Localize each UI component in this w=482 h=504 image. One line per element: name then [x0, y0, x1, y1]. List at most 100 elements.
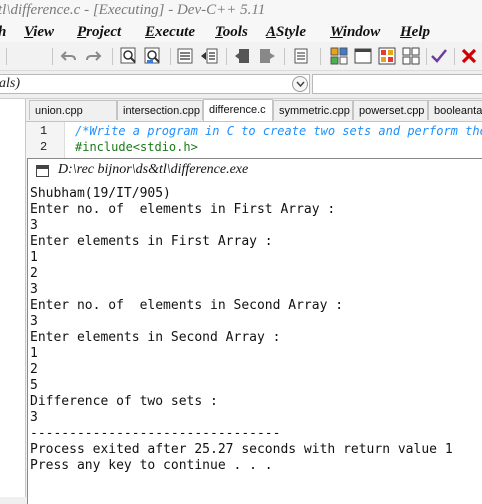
layout-icon[interactable] — [330, 47, 348, 65]
line-number-gutter: 1 2 — [26, 122, 65, 158]
console-app-icon — [36, 165, 49, 177]
chevron-down-icon[interactable] — [292, 76, 308, 92]
compile-icon[interactable] — [292, 47, 310, 65]
menu-accelerator: P — [77, 24, 87, 40]
console-line: 3 — [30, 314, 38, 329]
check-icon[interactable] — [430, 47, 448, 65]
console-line: 5 — [30, 378, 38, 393]
tab-booleantable[interactable]: booleantable.cp — [428, 100, 482, 120]
console-line: 3 — [30, 218, 38, 233]
console-output: Shubham(19/IT/905) Enter no. of elements … — [30, 186, 482, 474]
toolbar-separator — [6, 48, 7, 65]
indent-icon[interactable] — [176, 47, 194, 65]
console-title-bar[interactable]: D:\rec bijnor\ds&tl\difference.exe — [28, 159, 482, 184]
menu-bar: h View Project Execute Tools AStyle Wind… — [0, 22, 482, 42]
menu-search[interactable]: h — [0, 22, 6, 42]
close-icon[interactable] — [460, 47, 478, 65]
ide-window-title: tl\difference.c - [Executing] - Dev-C++ … — [0, 2, 266, 18]
console-line: 2 — [30, 362, 38, 377]
code-line-include: #include<stdio.h> — [75, 140, 198, 154]
console-line: 2 — [30, 266, 38, 281]
console-line: -------------------------------- — [30, 426, 281, 441]
tab-powerset[interactable]: powerset.cpp — [353, 100, 428, 120]
menu-accelerator: A — [266, 24, 277, 40]
console-line: Enter elements in Second Array : — [30, 330, 281, 345]
tab-union[interactable]: union.cpp — [29, 100, 117, 120]
menu-label-rest: ools — [222, 24, 248, 40]
toolbar-separator — [52, 48, 53, 65]
console-line: Shubham(19/IT/905) — [30, 186, 171, 201]
tab-difference[interactable]: difference.c — [203, 99, 273, 121]
menu-accelerator: E — [145, 24, 156, 40]
menu-accelerator: W — [330, 24, 343, 40]
menu-view[interactable]: View — [24, 22, 54, 42]
menu-execute[interactable]: Execute — [145, 22, 195, 42]
toolbar-separator — [226, 48, 227, 65]
menu-project[interactable]: Project — [77, 22, 121, 42]
menu-label: Help — [400, 24, 430, 40]
menu-help[interactable]: Help — [400, 22, 430, 42]
code-line-comment: /*Write a program in C to create two set… — [75, 124, 482, 138]
code-editor[interactable]: /*Write a program in C to create two set… — [65, 122, 482, 158]
bookmark-icon[interactable] — [234, 47, 252, 65]
console-line: 1 — [30, 346, 38, 361]
tab-label: booleantable.cp — [434, 105, 482, 117]
menu-label-rest: elp — [411, 24, 430, 40]
toolbar-separator — [426, 48, 427, 65]
tab-label: difference.c — [209, 104, 266, 116]
console-line: Process exited after 25.27 seconds with … — [30, 442, 453, 457]
menu-label: Project — [77, 24, 121, 40]
toolbar-separator — [170, 48, 171, 65]
menu-astyle[interactable]: AStyle — [266, 22, 306, 42]
file-tab-strip: union.cpp intersection.cpp difference.c … — [26, 99, 482, 122]
menu-label-rest: iew — [33, 24, 55, 40]
console-line: Enter elements in First Array : — [30, 234, 273, 249]
replace-icon[interactable] — [144, 47, 162, 65]
menu-label-rest: xecute — [155, 24, 195, 40]
menu-label-rest: Style — [276, 24, 307, 40]
tab-label: symmetric.cpp — [279, 105, 350, 117]
project-pane — [0, 99, 26, 497]
compiler-select-value: als) — [0, 76, 20, 91]
menu-accelerator: H — [400, 24, 412, 40]
tab-label: intersection.cpp — [123, 105, 201, 117]
tab-symmetric[interactable]: symmetric.cpp — [273, 100, 353, 120]
tab-label: powerset.cpp — [359, 105, 425, 117]
toolbar-separator — [284, 48, 285, 65]
toolbar — [0, 42, 482, 71]
toolbar-separator — [320, 48, 321, 65]
menu-label: View — [24, 24, 54, 40]
secondary-select[interactable] — [312, 74, 482, 94]
window-icon[interactable] — [354, 47, 372, 65]
console-line: 3 — [30, 410, 38, 425]
console-line: 1 — [30, 250, 38, 265]
menu-window[interactable]: Window — [330, 22, 380, 42]
line-number: 1 — [40, 124, 48, 138]
menu-label: Execute — [145, 24, 195, 40]
redo-icon[interactable] — [84, 47, 102, 65]
menu-accelerator: V — [24, 24, 34, 40]
console-line: Difference of two sets : — [30, 394, 218, 409]
combo-row: als) — [0, 71, 482, 99]
bookmark-nav-icon[interactable] — [258, 47, 276, 65]
console-title: D:\rec bijnor\ds&tl\difference.exe — [58, 162, 249, 177]
tab-intersection[interactable]: intersection.cpp — [117, 100, 203, 120]
colors-icon[interactable] — [378, 47, 396, 65]
find-icon[interactable] — [120, 47, 138, 65]
tab-label: union.cpp — [35, 105, 83, 117]
compiler-select[interactable]: als) — [0, 74, 310, 94]
undo-icon[interactable] — [60, 47, 78, 65]
menu-label-rest: indow — [342, 24, 381, 40]
menu-label: AStyle — [266, 24, 306, 40]
console-line: 3 — [30, 282, 38, 297]
toolbar-separator — [112, 48, 113, 65]
grid-icon[interactable] — [402, 47, 420, 65]
unindent-icon[interactable] — [200, 47, 218, 65]
console-window[interactable]: D:\rec bijnor\ds&tl\difference.exe Shubh… — [27, 158, 482, 504]
menu-tools[interactable]: Tools — [215, 22, 248, 42]
menu-label: h — [0, 24, 6, 40]
console-line: Enter no. of elements in Second Array : — [30, 298, 344, 313]
toolbar-separator — [454, 48, 455, 65]
console-line: Press any key to continue . . . — [30, 458, 273, 473]
menu-label: Window — [330, 24, 380, 40]
